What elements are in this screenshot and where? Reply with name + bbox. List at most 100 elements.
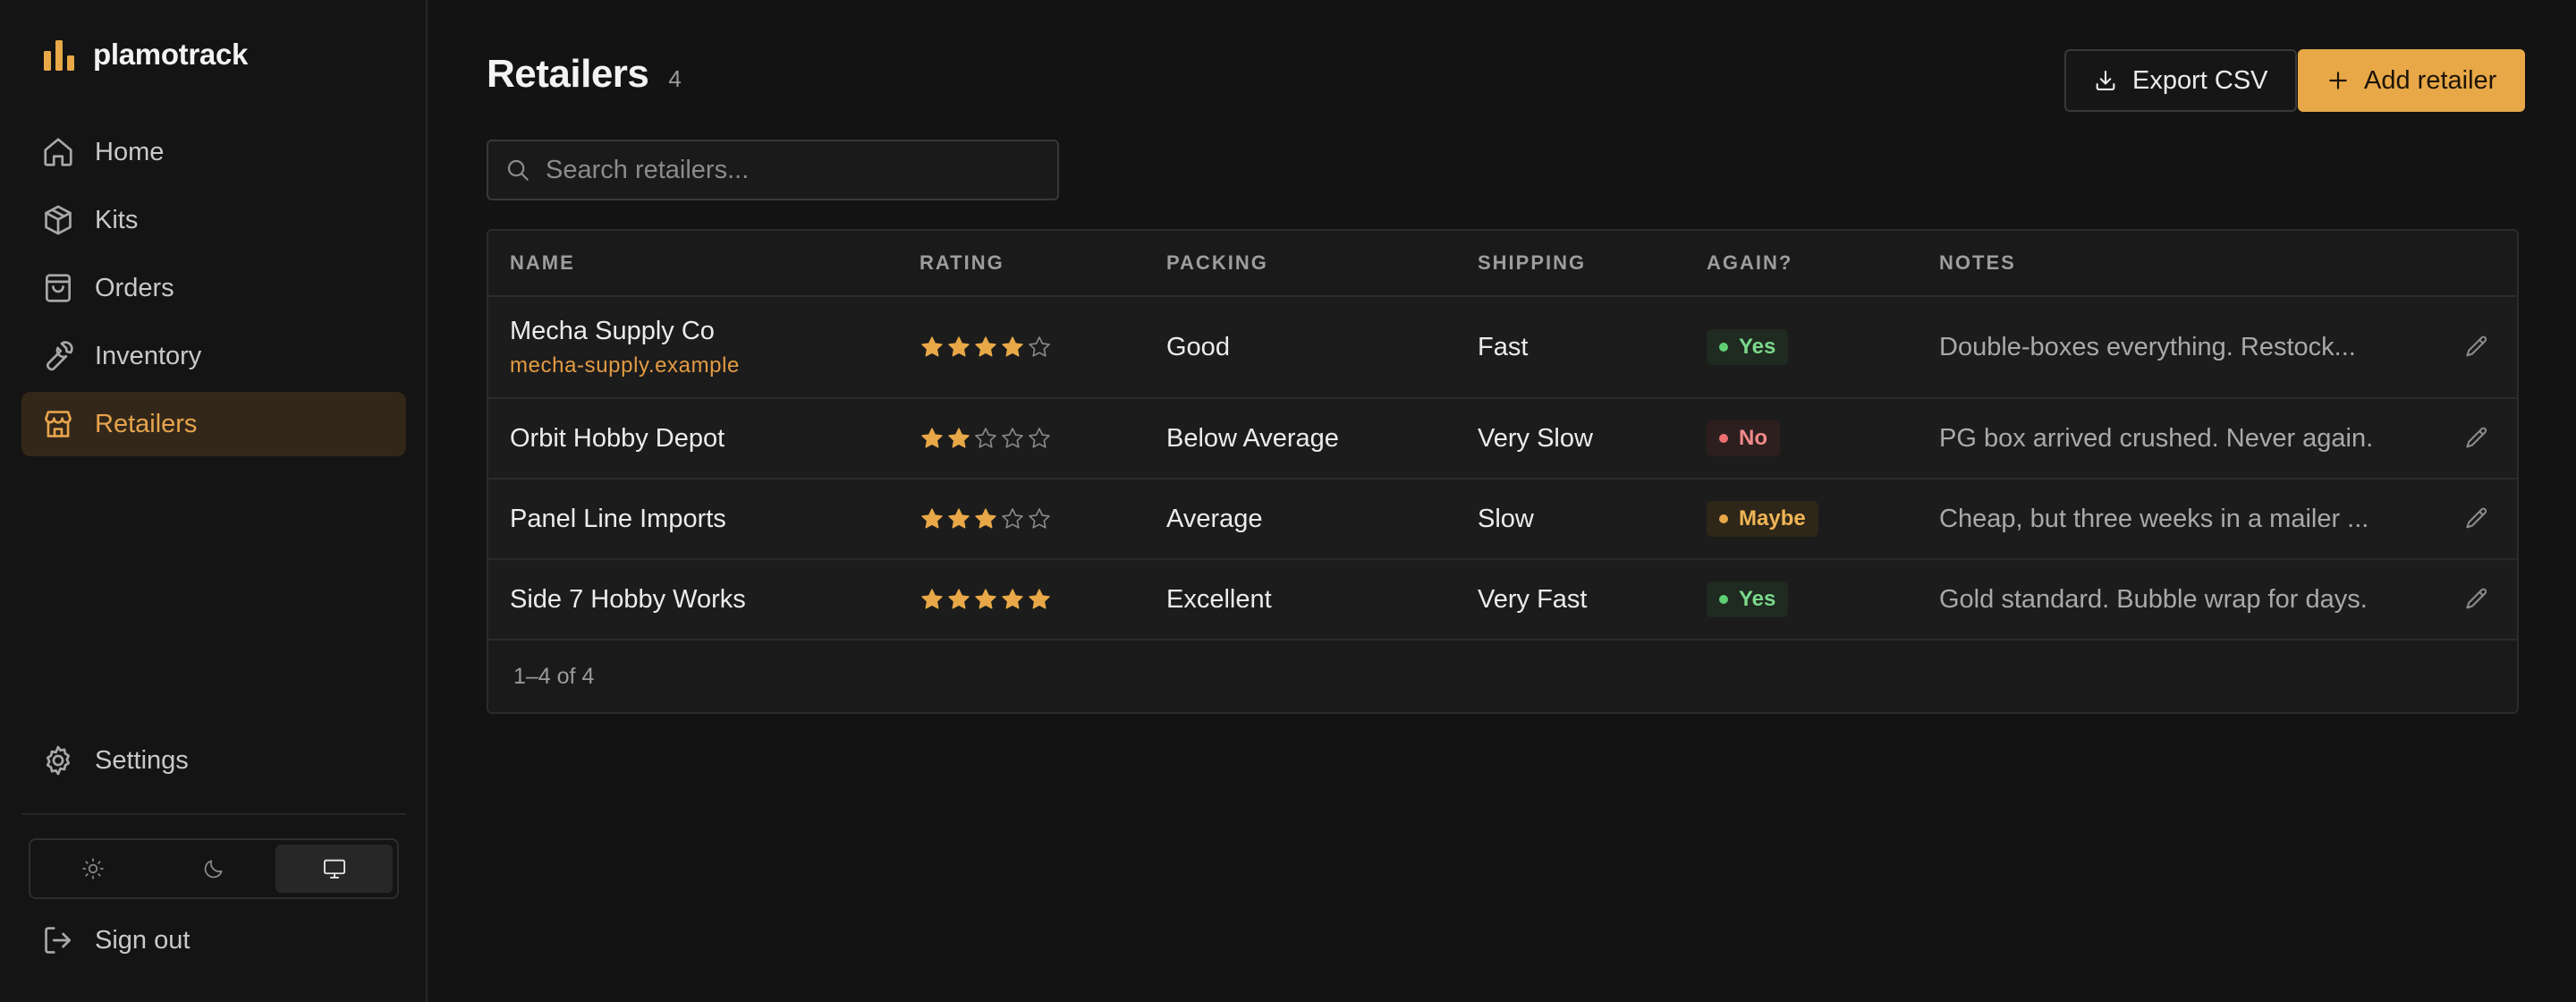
retailer-name-cell: Side 7 Hobby Works	[510, 560, 746, 639]
retailer-name: Orbit Hobby Depot	[510, 423, 725, 453]
sidebar-item-label: Inventory	[95, 341, 202, 370]
add-retailer-label: Add retailer	[2364, 65, 2497, 95]
export-csv-button[interactable]: Export CSV	[2064, 49, 2297, 112]
sidebar-item-orders[interactable]: Orders	[21, 256, 406, 320]
column-header-packing[interactable]: PACKING	[1166, 231, 1268, 295]
table-row[interactable]: Orbit Hobby Depot Below Average Very Slo…	[488, 399, 2517, 480]
sidebar-item-retailers[interactable]: Retailers	[21, 392, 406, 456]
column-header-name[interactable]: NAME	[510, 231, 575, 295]
plus-icon	[2326, 69, 2350, 92]
rating-cell	[919, 560, 1052, 639]
store-icon	[41, 407, 75, 441]
packing-cell: Good	[1166, 332, 1230, 361]
home-icon	[41, 135, 75, 169]
retailer-name-cell: Mecha Supply Co mecha-supply.example	[510, 297, 740, 397]
star-filled-icon	[921, 508, 943, 529]
notes-cell: Double-boxes everything. Restock...	[1939, 332, 2356, 361]
notes-cell: PG box arrived crushed. Never again.	[1939, 423, 2374, 453]
column-header-notes[interactable]: NOTES	[1939, 231, 2404, 295]
table-footer: 1–4 of 4	[488, 641, 2517, 712]
status-dot	[1719, 343, 1728, 352]
retailer-url-link[interactable]: mecha-supply.example	[510, 353, 740, 378]
star-filled-icon	[948, 336, 970, 357]
status-dot	[1719, 434, 1728, 443]
theme-light-button[interactable]	[35, 845, 152, 893]
bar-chart-logo-icon	[43, 38, 75, 71]
column-header-rating[interactable]: RATING	[919, 231, 1004, 295]
table-row[interactable]: Mecha Supply Co mecha-supply.example Goo…	[488, 297, 2517, 399]
pencil-icon	[2463, 586, 2490, 613]
wrench-icon	[41, 339, 75, 373]
shopping-bag-icon	[41, 271, 75, 305]
retailer-name: Mecha Supply Co	[510, 316, 715, 345]
retailer-name: Panel Line Imports	[510, 504, 726, 533]
star-filled-icon	[975, 589, 996, 609]
again-cell: Yes	[1707, 297, 1789, 397]
status-badge: Yes	[1707, 582, 1789, 617]
theme-dark-button[interactable]	[156, 845, 273, 893]
status-label: Yes	[1739, 587, 1776, 611]
retailers-table: NAME RATING PACKING SHIPPING AGAIN? NOTE…	[487, 229, 2519, 714]
star-filled-icon	[948, 428, 970, 448]
sign-out-button[interactable]: Sign out	[21, 908, 406, 972]
again-cell: No	[1707, 399, 1780, 478]
sidebar-item-inventory[interactable]: Inventory	[21, 324, 406, 388]
table-row[interactable]: Side 7 Hobby Works Excellent Very Fast Y…	[488, 560, 2517, 641]
shipping-cell: Fast	[1478, 332, 1529, 361]
pencil-icon	[2463, 425, 2490, 452]
brand[interactable]: plamotrack	[43, 38, 248, 72]
theme-switcher	[29, 838, 399, 899]
table-row[interactable]: Panel Line Imports Average Slow Maybe Ch…	[488, 480, 2517, 560]
search-input[interactable]	[546, 155, 1057, 185]
monitor-icon	[322, 856, 347, 881]
star-filled-icon	[1002, 336, 1023, 357]
export-csv-label: Export CSV	[2132, 65, 2268, 95]
star-empty-icon	[1002, 508, 1023, 529]
sidebar-item-kits[interactable]: Kits	[21, 188, 406, 252]
sidebar-nav: Home Kits Orders Inventory Retailers	[21, 120, 406, 460]
status-label: Yes	[1739, 335, 1776, 359]
star-filled-icon	[921, 589, 943, 609]
download-icon	[2093, 68, 2118, 93]
retailer-name: Side 7 Hobby Works	[510, 584, 746, 614]
sidebar-item-settings[interactable]: Settings	[21, 728, 406, 793]
status-dot	[1719, 595, 1728, 604]
status-dot	[1719, 514, 1728, 523]
star-filled-icon	[975, 336, 996, 357]
star-rating	[919, 426, 1052, 451]
moon-icon	[202, 857, 225, 880]
box-icon	[41, 203, 75, 237]
star-rating	[919, 587, 1052, 612]
column-header-again[interactable]: AGAIN?	[1707, 231, 1792, 295]
retailer-count: 4	[668, 65, 682, 92]
pagination-summary: 1–4 of 4	[513, 663, 595, 689]
column-header-shipping[interactable]: SHIPPING	[1478, 231, 1586, 295]
sidebar-divider	[21, 813, 406, 815]
edit-row-button[interactable]	[2463, 399, 2490, 478]
sidebar-item-label: Orders	[95, 273, 174, 302]
pencil-icon	[2463, 334, 2490, 361]
sidebar-item-home[interactable]: Home	[21, 120, 406, 184]
shipping-cell: Very Slow	[1478, 423, 1593, 453]
table-header: NAME RATING PACKING SHIPPING AGAIN? NOTE…	[488, 231, 2517, 297]
edit-row-button[interactable]	[2463, 560, 2490, 639]
star-rating	[919, 506, 1052, 531]
status-badge: Yes	[1707, 329, 1789, 365]
edit-row-button[interactable]	[2463, 297, 2490, 397]
page-title: Retailers	[487, 52, 649, 96]
page-header: Retailers 4	[487, 52, 682, 97]
star-filled-icon	[975, 508, 996, 529]
theme-system-button[interactable]	[275, 845, 394, 893]
status-badge: Maybe	[1707, 501, 1818, 537]
again-cell: Maybe	[1707, 480, 1818, 558]
retailer-name-cell: Panel Line Imports	[510, 480, 726, 558]
packing-cell: Excellent	[1166, 584, 1272, 614]
edit-row-button[interactable]	[2463, 480, 2490, 558]
status-label: Maybe	[1739, 506, 1806, 531]
rating-cell	[919, 399, 1052, 478]
log-out-icon	[41, 923, 75, 957]
notes-cell: Gold standard. Bubble wrap for days.	[1939, 584, 2368, 614]
gear-icon	[41, 743, 75, 777]
add-retailer-button[interactable]: Add retailer	[2298, 49, 2526, 112]
status-label: No	[1739, 426, 1767, 450]
